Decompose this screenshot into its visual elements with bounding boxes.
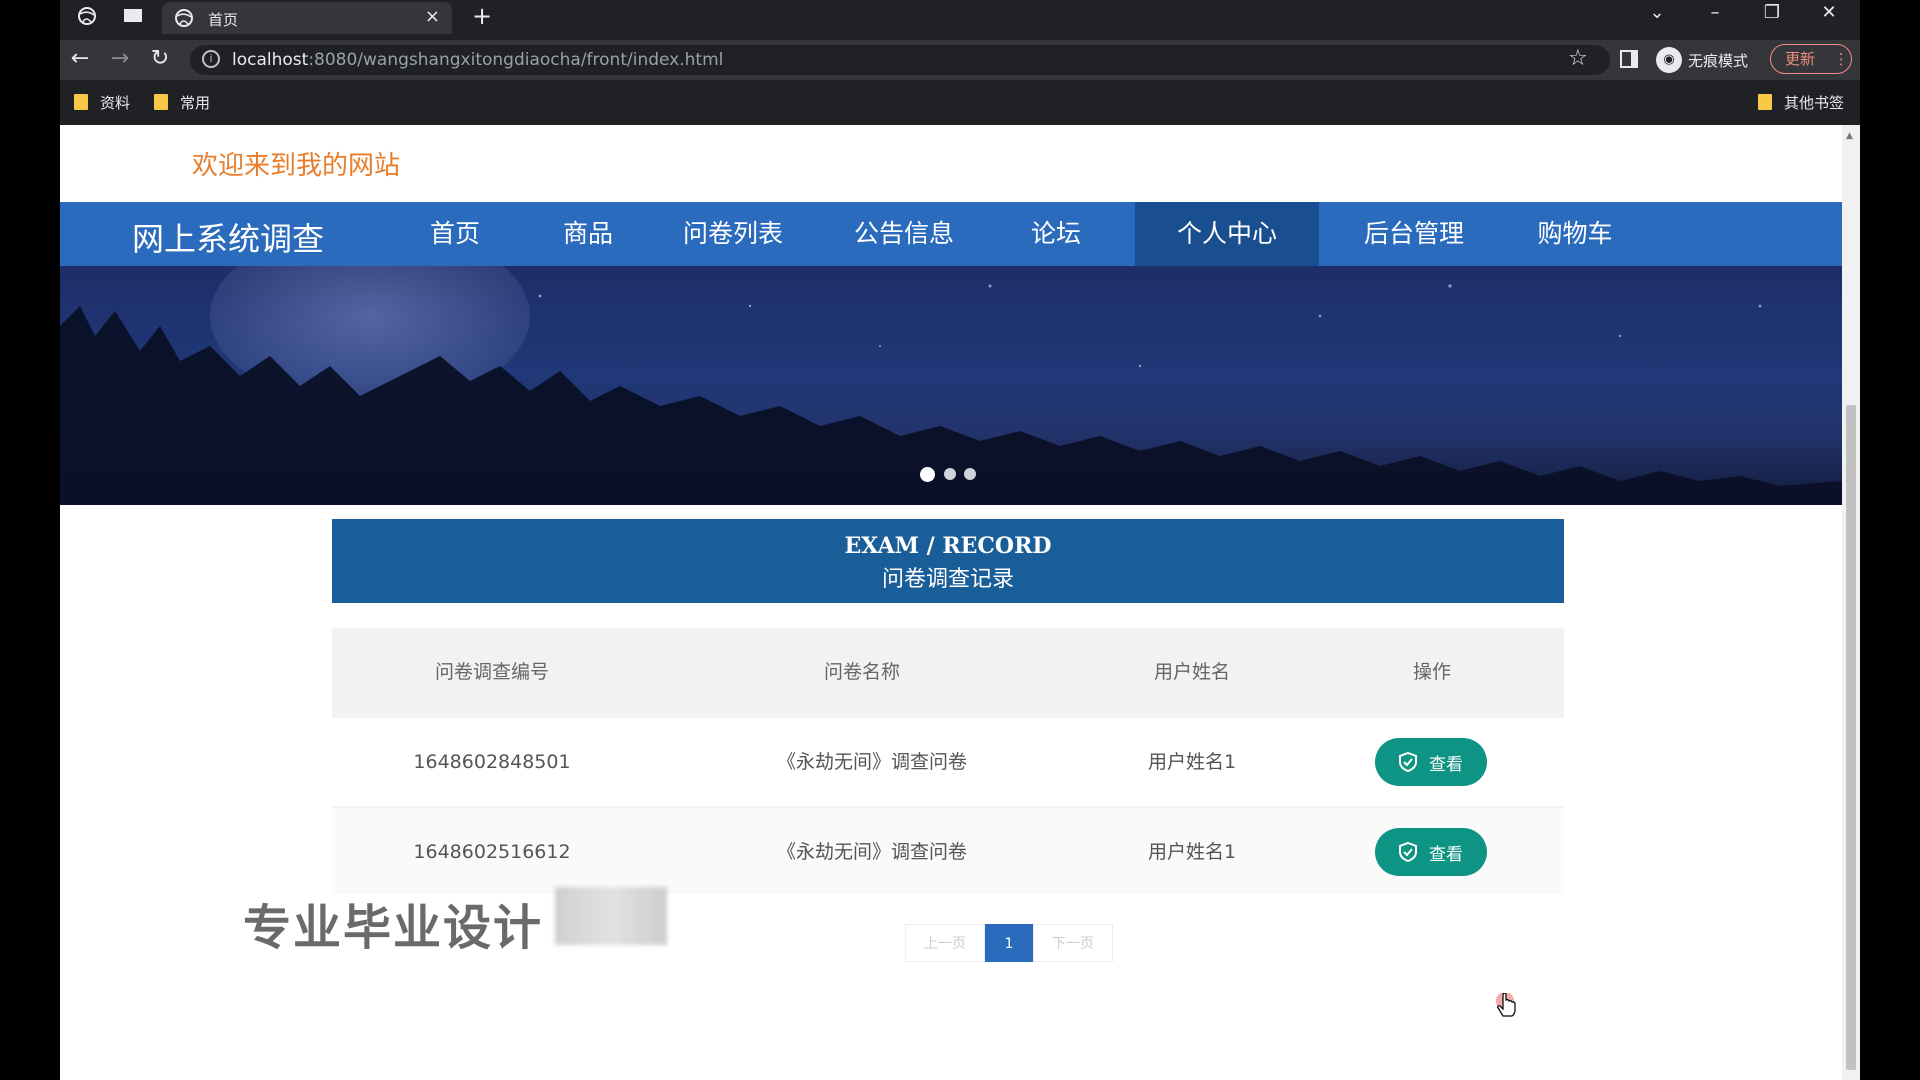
nav-home[interactable]: 首页	[405, 202, 505, 266]
url-path: :8080/wangshangxitongdiaocha/front/index…	[308, 50, 724, 70]
carousel-dot-3[interactable]	[964, 468, 976, 480]
scroll-thumb[interactable]	[1846, 405, 1856, 1070]
column-header: 问卷调查编号	[434, 661, 549, 683]
menu-dots-icon[interactable]: ⋮	[1834, 50, 1849, 68]
record-id: 1648602848501	[413, 751, 571, 773]
blurred-region	[555, 887, 667, 945]
bookmark-label: 常用	[180, 94, 211, 112]
back-icon[interactable]: ←	[66, 46, 94, 71]
shield-check-icon	[1399, 751, 1417, 773]
carousel-dot-2[interactable]	[944, 468, 956, 480]
column-header: 用户姓名	[1153, 661, 1230, 683]
toolbar: ← → ↻ i localhost:8080/wangshangxitongdi…	[60, 40, 1860, 80]
page-1-button[interactable]: 1	[985, 924, 1033, 962]
section-header: EXAM / RECORD 问卷调查记录	[332, 519, 1564, 603]
table-row: 1648602848501 《永劫无间》调查问卷 用户姓名1 查看	[332, 716, 1564, 804]
folder-icon	[154, 94, 168, 110]
hand-cursor-icon	[1496, 993, 1516, 1017]
user-name: 用户姓名1	[1147, 751, 1237, 773]
folder-icon	[1758, 94, 1772, 110]
carousel-dot-1[interactable]	[920, 467, 935, 482]
shield-check-icon	[1399, 841, 1417, 863]
column-header: 操作	[1412, 661, 1451, 683]
section-title-en: EXAM / RECORD	[844, 533, 1052, 559]
minimize-icon[interactable]: –	[1700, 2, 1730, 23]
globe-icon[interactable]	[76, 6, 98, 28]
view-button-label: 查看	[1429, 755, 1463, 775]
survey-name: 《永劫无间》调查问卷	[776, 841, 967, 863]
view-button[interactable]: 查看	[1375, 828, 1487, 876]
bookmark-star-icon[interactable]: ☆	[1568, 46, 1588, 71]
browser-chrome: 首页 × + ⌄ – ❐ ✕ ← → ↻ i localhost:8080/wa…	[60, 0, 1860, 125]
update-label: 更新	[1785, 50, 1816, 68]
tab-favicon-icon	[175, 9, 193, 27]
folder-icon	[74, 94, 88, 110]
watermark-text: 专业毕业设计	[243, 900, 544, 956]
other-bookmarks[interactable]: 其他书签	[1758, 92, 1844, 113]
table-row: 1648602516612 《永劫无间》调查问卷 用户姓名1 查看	[332, 806, 1564, 894]
nav-forum[interactable]: 论坛	[1006, 202, 1106, 266]
nav-survey-list[interactable]: 问卷列表	[663, 202, 803, 266]
nav-personal-center[interactable]: 个人中心	[1135, 202, 1319, 266]
tab-title: 首页	[208, 11, 239, 29]
site-info-icon[interactable]: i	[202, 50, 220, 68]
tab-list-chevron-icon[interactable]: ⌄	[1642, 2, 1672, 23]
section-title-cn: 问卷调查记录	[881, 567, 1014, 592]
tab-close-icon[interactable]: ×	[425, 6, 440, 27]
bookmark-folder-changyong[interactable]: 常用	[154, 92, 210, 113]
scroll-up-arrow-icon[interactable]: ▲	[1846, 131, 1853, 141]
prev-page-button[interactable]: 上一页	[905, 924, 985, 962]
bookmark-label: 资料	[100, 94, 131, 112]
web-page: 欢迎来到我的网站 网上系统调查 首页 商品 问卷列表 公告信息 论坛 个人中心 …	[60, 125, 1842, 1080]
incognito-icon[interactable]: ◉	[1656, 47, 1682, 73]
page-scrollbar[interactable]: ▲	[1842, 125, 1860, 1080]
nav-goods[interactable]: 商品	[538, 202, 638, 266]
record-id: 1648602516612	[413, 841, 571, 863]
forward-icon[interactable]: →	[106, 46, 134, 71]
browser-tab[interactable]: 首页 ×	[162, 2, 452, 34]
survey-name: 《永劫无间》调查问卷	[776, 751, 967, 773]
banner-carousel[interactable]	[60, 266, 1842, 505]
site-title[interactable]: 网上系统调查	[132, 214, 324, 260]
tab-search-icon[interactable]	[122, 6, 144, 28]
restore-icon[interactable]: ❐	[1757, 2, 1787, 23]
nav-cart[interactable]: 购物车	[1515, 202, 1635, 266]
reload-icon[interactable]: ↻	[146, 46, 174, 71]
column-header: 问卷名称	[823, 661, 900, 683]
new-tab-icon[interactable]: +	[472, 2, 492, 30]
url-host: localhost	[232, 50, 309, 70]
update-button[interactable]: 更新 ⋮	[1770, 44, 1852, 74]
url-text[interactable]: localhost:8080/wangshangxitongdiaocha/fr…	[232, 50, 723, 70]
incognito-label: 无痕模式	[1688, 52, 1749, 70]
bookmarks-bar: 资料 常用 其他书签	[60, 88, 1860, 118]
view-button[interactable]: 查看	[1375, 738, 1487, 786]
next-page-button[interactable]: 下一页	[1033, 924, 1113, 962]
main-navbar: 网上系统调查 首页 商品 问卷列表 公告信息 论坛 个人中心 后台管理 购物车	[60, 202, 1842, 266]
nav-announcements[interactable]: 公告信息	[834, 202, 974, 266]
table-header: 问卷调查编号 问卷名称 用户姓名 操作	[332, 628, 1564, 716]
screen-right-border	[1860, 0, 1920, 1080]
welcome-text: 欢迎来到我的网站	[192, 151, 401, 181]
other-bookmarks-label: 其他书签	[1784, 94, 1845, 112]
side-panel-icon[interactable]	[1620, 50, 1638, 68]
tab-bar: 首页 × + ⌄ – ❐ ✕	[60, 0, 1860, 34]
close-window-icon[interactable]: ✕	[1814, 2, 1844, 23]
user-name: 用户姓名1	[1147, 841, 1237, 863]
screen-left-border	[0, 0, 60, 1080]
bookmark-folder-ziliao[interactable]: 资料	[74, 92, 130, 113]
address-bar[interactable]: i localhost:8080/wangshangxitongdiaocha/…	[190, 45, 1610, 75]
view-button-label: 查看	[1429, 845, 1463, 865]
nav-admin[interactable]: 后台管理	[1344, 202, 1484, 266]
